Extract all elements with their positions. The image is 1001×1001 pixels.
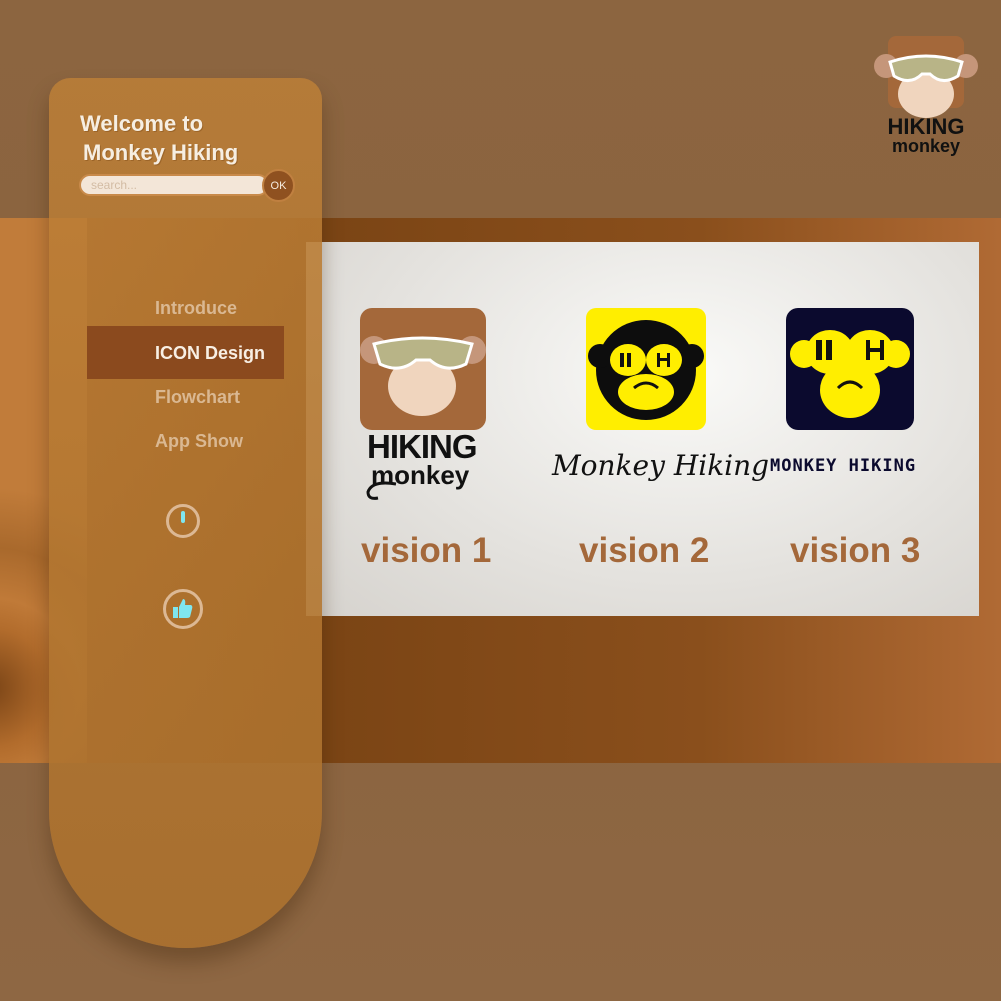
brand-logo-line2: monkey <box>892 136 960 156</box>
welcome-line2: Monkey Hiking <box>83 140 239 165</box>
like-button[interactable] <box>163 589 203 629</box>
thumbs-up-icon <box>173 599 193 618</box>
search-input[interactable] <box>79 174 269 196</box>
power-button[interactable] <box>166 504 200 538</box>
vision-1-icon[interactable] <box>360 308 486 430</box>
brand-logo[interactable]: HIKING monkey <box>872 34 980 164</box>
vision-2-wordmark: Monkey Hiking <box>552 449 770 482</box>
welcome-line1: Welcome to <box>80 111 204 136</box>
nav-item-flowchart[interactable]: Flowchart <box>155 387 240 408</box>
search-ok-button[interactable]: OK <box>262 169 295 202</box>
vision-2-icon[interactable] <box>586 308 706 430</box>
nav-item-app-show[interactable]: App Show <box>155 431 243 452</box>
vision-3-label: vision 3 <box>790 531 921 570</box>
vision-3-icon[interactable] <box>786 308 914 430</box>
power-icon <box>181 511 185 523</box>
nav-item-introduce[interactable]: Introduce <box>155 298 237 319</box>
nav-item-icon-design[interactable]: ICON Design <box>155 343 265 364</box>
vision-2-label: vision 2 <box>579 531 710 570</box>
vision-1-tail-icon <box>366 481 397 500</box>
vision-1-label: vision 1 <box>361 531 492 570</box>
vision-3-wordmark: MONKEY HIKING <box>770 456 917 476</box>
